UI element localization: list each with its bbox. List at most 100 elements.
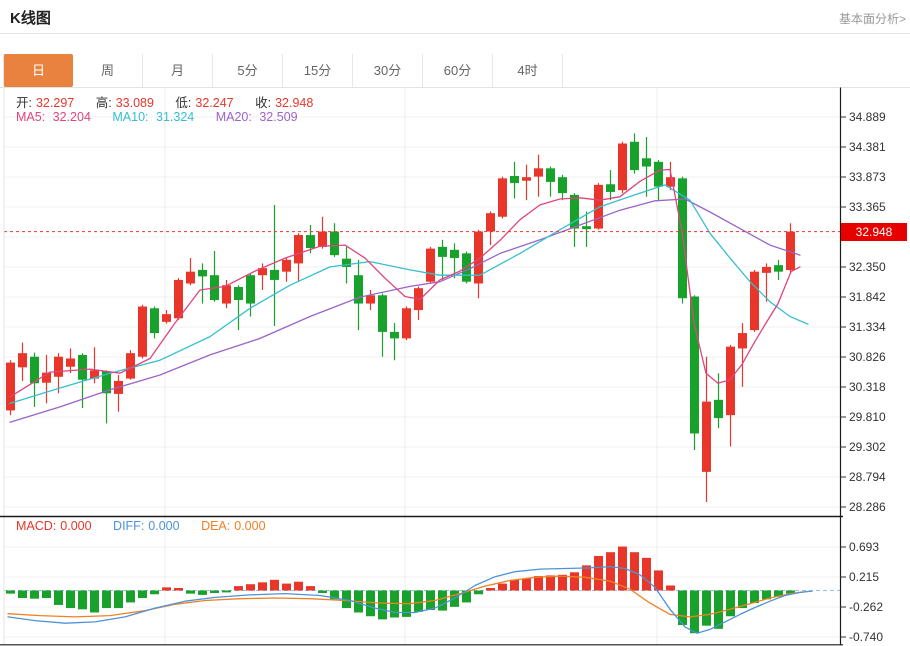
macd-axis-label: -0.262 [849,600,883,614]
macd-axis-label: 0.215 [849,570,879,584]
price-axis-label: 31.842 [849,290,886,304]
macd-bar [666,585,675,590]
price-axis-label: 30.826 [849,350,886,364]
macd-bar [18,591,27,599]
price-axis-label: 33.873 [849,170,886,184]
macd-bar [378,591,387,620]
macd-bar [594,556,603,591]
candle-body [378,295,387,332]
macd-bar [438,591,447,611]
candle-body [282,260,291,272]
current-price-badge: 32.948 [841,223,907,241]
candle-body [306,235,315,248]
candle-body [294,235,303,263]
macd-bar [534,576,543,590]
macd-bar [282,584,291,591]
price-axis-label: 32.350 [849,260,886,274]
macd-bar [510,580,519,591]
candle-body [174,280,183,318]
macd-row: MACD:0.000 DIFF:0.000 DEA:0.000 [16,519,284,533]
candle-body [546,168,555,182]
open-value: 32.297 [36,96,74,110]
macd-bar [642,558,651,591]
ma5-value: 32.204 [53,110,91,124]
candle-body [534,168,543,176]
macd-bar [258,582,267,590]
macd-value: 0.000 [60,519,91,533]
macd-bar [6,591,15,594]
candle-body [234,287,243,300]
price-axis-label: 28.794 [849,470,886,484]
macd-bar [126,591,135,603]
candle-body [774,265,783,271]
macd-bar [30,591,39,599]
ma20-label: MA20: [216,110,252,124]
macd-bar [294,582,303,591]
candle-body [402,308,411,338]
candle-body [162,314,171,322]
macd-bar [66,591,75,609]
candle-body [618,144,627,191]
price-axis-label: 30.318 [849,380,886,394]
candle-body [390,332,399,338]
ohlc-row: 开:32.297 高:33.089 低:32.247 收:32.948 [16,92,331,111]
macd-bar [702,591,711,626]
candle-body [138,307,147,357]
macd-bar [138,591,147,599]
macd-bar [318,591,327,594]
macd-bar [414,591,423,612]
diff-value: 0.000 [148,519,179,533]
candle-body [198,270,207,276]
high-value: 33.089 [116,96,154,110]
candle-body [54,357,63,377]
price-axis-label: 33.365 [849,200,886,214]
ma5-label: MA5: [16,110,45,124]
candle-body [606,184,615,192]
macd-bar [486,588,495,591]
kline-page: K线图 基本面分析> 日周月5分15分30分60分4时 开:32.297 高:3… [0,0,910,646]
candle-body [186,272,195,284]
macd-bar [558,575,567,591]
price-axis-label: 34.381 [849,140,886,154]
candle-body [738,333,747,348]
candle-body [630,142,639,170]
candle-body [498,178,507,216]
macd-bar [234,586,243,590]
candle-body [330,232,339,256]
candle-body [714,400,723,418]
macd-bar [198,591,207,595]
candle-body [78,355,87,380]
candle-body [522,177,531,181]
macd-bar [162,587,171,590]
macd-bar [726,591,735,617]
candle-body [246,275,255,303]
candle-body [510,176,519,183]
candle-body [558,177,567,193]
macd-bar [522,579,531,591]
macd-bar [306,586,315,590]
macd-bar [366,591,375,617]
macd-bar [210,591,219,594]
candle-body [438,247,447,257]
macd-bar [246,584,255,590]
candle-body [150,308,159,333]
macd-bar [474,591,483,595]
candle-body [366,295,375,303]
open-label: 开: [16,96,32,110]
price-axis-label: 29.810 [849,410,886,424]
candle-body [426,249,435,282]
macd-axis-label: -0.740 [849,630,883,644]
price-axis-label: 29.302 [849,440,886,454]
dea-label: DEA: [201,519,230,533]
macd-bar [114,591,123,609]
price-axis-label: 31.334 [849,320,886,334]
ma10-value: 31.324 [156,110,194,124]
dea-value: 0.000 [234,519,265,533]
macd-bar [270,580,279,591]
candle-body [270,270,279,280]
candle-body [762,267,771,273]
candle-body [450,250,459,258]
ma20-value: 32.509 [259,110,297,124]
price-axis-label: 28.286 [849,500,886,514]
candle-body [18,353,27,367]
